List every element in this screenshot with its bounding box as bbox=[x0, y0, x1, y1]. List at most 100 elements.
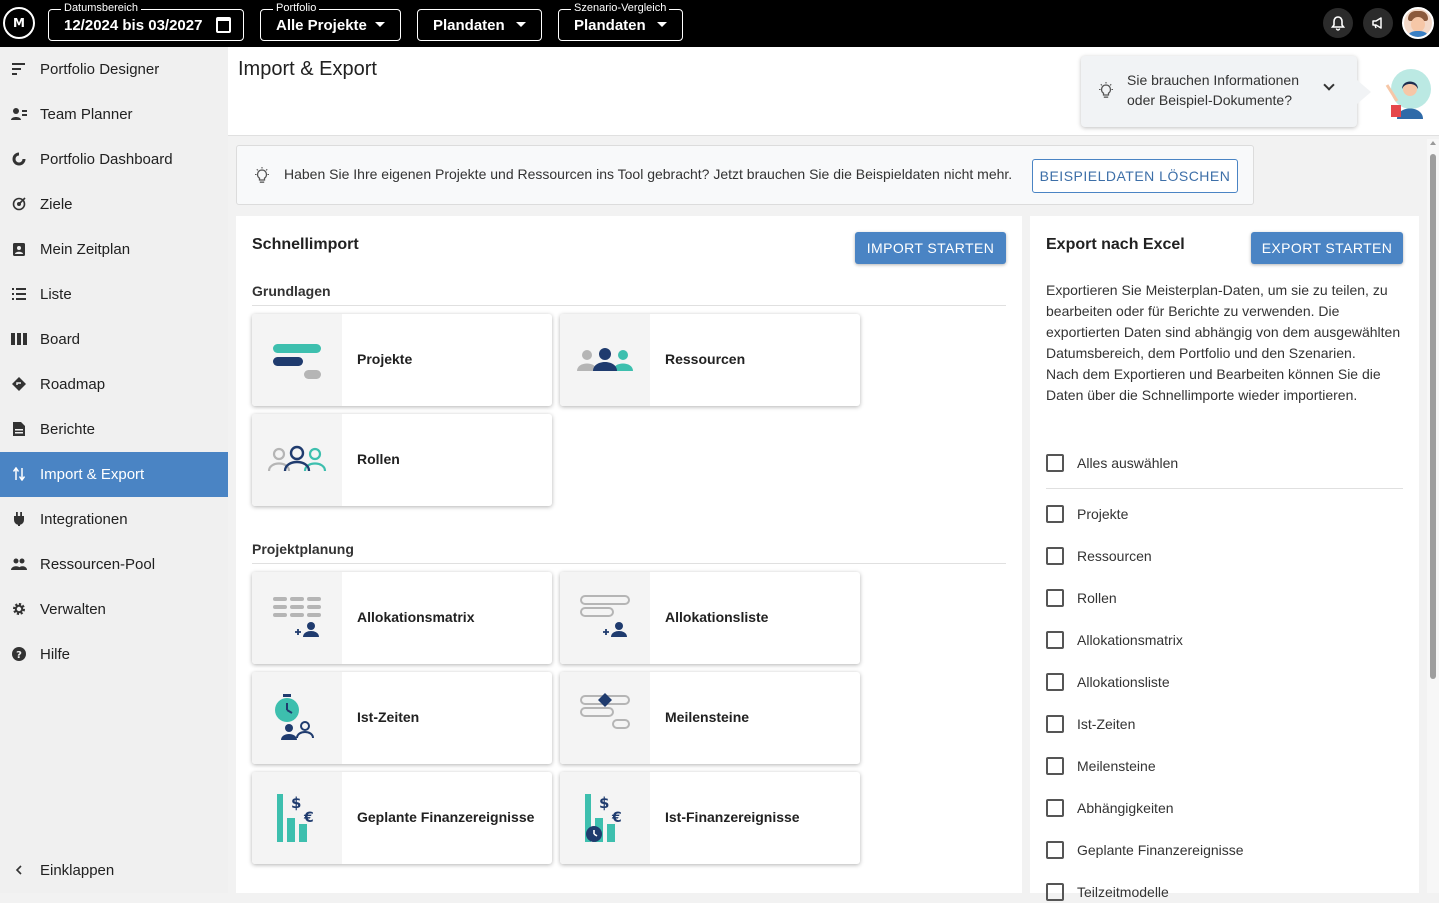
date-range-picker[interactable]: Datumsbereich 12/2024 bis 03/2027 bbox=[48, 1, 244, 41]
checkbox-ist-zeiten[interactable]: Ist-Zeiten bbox=[1046, 713, 1135, 735]
checkbox-label: Rollen bbox=[1077, 590, 1117, 606]
checkbox-ressourcen[interactable]: Ressourcen bbox=[1046, 545, 1152, 567]
sidebar-item-import-export[interactable]: Import & Export bbox=[0, 452, 228, 497]
card-label: Meilensteine bbox=[665, 709, 750, 725]
checkbox-icon bbox=[1046, 589, 1064, 607]
export-panel: Export nach Excel EXPORT STARTEN Exporti… bbox=[1030, 216, 1419, 901]
checkbox-icon bbox=[1046, 673, 1064, 691]
import-card-projekte[interactable]: Projekte bbox=[252, 314, 552, 406]
planned-finance-icon: $ € bbox=[252, 772, 342, 864]
app-logo[interactable]: M bbox=[3, 7, 35, 39]
banner-text: Haben Sie Ihre eigenen Projekte und Ress… bbox=[284, 166, 1013, 182]
checkbox-icon bbox=[1046, 883, 1064, 901]
checkbox-label: Geplante Finanzereignisse bbox=[1077, 842, 1244, 858]
card-label: Geplante Finanzereignisse bbox=[357, 809, 535, 825]
scrollbar[interactable] bbox=[1427, 139, 1439, 893]
delete-sample-data-button[interactable]: BEISPIELDATEN LÖSCHEN bbox=[1032, 159, 1238, 193]
user-avatar[interactable] bbox=[1402, 7, 1434, 39]
sidebar-item-portfolio-dashboard[interactable]: Portfolio Dashboard bbox=[0, 137, 228, 182]
sidebar-item-roadmap[interactable]: Roadmap bbox=[0, 362, 228, 407]
checkbox-select-all[interactable]: Alles auswählen bbox=[1046, 452, 1178, 474]
quick-import-title: Schnellimport bbox=[252, 236, 359, 253]
scroll-up-icon[interactable] bbox=[1430, 141, 1436, 145]
calendar-icon bbox=[216, 17, 231, 33]
import-card-geplante-finanzereignisse[interactable]: $ € Geplante Finanzereignisse bbox=[252, 772, 552, 864]
checkbox-label: Projekte bbox=[1077, 506, 1129, 522]
portfolio-select[interactable]: Portfolio Alle Projekte bbox=[260, 1, 401, 41]
sidebar-item-mein-zeitplan[interactable]: Mein Zeitplan bbox=[0, 227, 228, 272]
checkbox-allokationsmatrix[interactable]: Allokationsmatrix bbox=[1046, 629, 1183, 651]
sidebar-item-hilfe[interactable]: ? Hilfe bbox=[0, 632, 228, 677]
portfolio-designer-icon bbox=[11, 61, 27, 77]
help-dropdown[interactable]: Sie brauchen Informationen oder Beispiel… bbox=[1081, 56, 1371, 127]
plan-select[interactable]: Plandaten bbox=[417, 9, 542, 41]
portfolio-value: Alle Projekte bbox=[276, 16, 367, 34]
export-title: Export nach Excel bbox=[1046, 236, 1185, 253]
sidebar-item-board[interactable]: Board bbox=[0, 317, 228, 362]
assistant-illustration-icon bbox=[1383, 67, 1435, 119]
export-description: Exportieren Sie Meisterplan-Daten, um si… bbox=[1046, 280, 1406, 406]
card-label: Projekte bbox=[357, 351, 413, 367]
sidebar-item-liste[interactable]: Liste bbox=[0, 272, 228, 317]
section-divider bbox=[252, 563, 1006, 564]
chevron-down-icon bbox=[657, 22, 667, 27]
gear-icon bbox=[11, 601, 27, 617]
checkbox-meilensteine[interactable]: Meilensteine bbox=[1046, 755, 1156, 777]
checkbox-rollen[interactable]: Rollen bbox=[1046, 587, 1117, 609]
sidebar-item-team-planner[interactable]: Team Planner bbox=[0, 92, 228, 137]
megaphone-icon[interactable] bbox=[1363, 8, 1393, 38]
svg-text:$: $ bbox=[291, 794, 301, 812]
checkbox-icon bbox=[1046, 505, 1064, 523]
import-card-allokationsmatrix[interactable]: Allokationsmatrix bbox=[252, 572, 552, 664]
bell-icon[interactable] bbox=[1323, 8, 1353, 38]
sidebar-item-label: Board bbox=[40, 331, 81, 348]
projects-icon bbox=[252, 314, 342, 406]
sidebar-item-label: Import & Export bbox=[40, 466, 145, 483]
checkbox-abhaengigkeiten[interactable]: Abhängigkeiten bbox=[1046, 797, 1174, 819]
sidebar-item-portfolio-designer[interactable]: Portfolio Designer bbox=[0, 47, 228, 92]
roles-icon bbox=[252, 414, 342, 506]
start-export-button[interactable]: EXPORT STARTEN bbox=[1251, 232, 1403, 264]
import-export-icon bbox=[11, 466, 27, 482]
scenario-select[interactable]: Szenario-Vergleich Plandaten bbox=[558, 1, 683, 41]
allocation-list-icon bbox=[560, 572, 650, 664]
allocation-matrix-icon bbox=[252, 572, 342, 664]
checkbox-label: Alles auswählen bbox=[1077, 455, 1179, 471]
checkbox-projekte[interactable]: Projekte bbox=[1046, 503, 1128, 525]
card-label: Allokationsliste bbox=[665, 609, 769, 625]
sidebar-item-ziele[interactable]: Ziele bbox=[0, 182, 228, 227]
scenario-legend: Szenario-Vergleich bbox=[571, 1, 670, 15]
lightbulb-icon bbox=[254, 167, 270, 190]
section-title: Grundlagen bbox=[252, 283, 331, 299]
section-title: Projektplanung bbox=[252, 541, 354, 557]
checkbox-teilzeitmodelle[interactable]: Teilzeitmodelle bbox=[1046, 881, 1169, 903]
checkbox-icon bbox=[1046, 841, 1064, 859]
plug-icon bbox=[11, 511, 27, 527]
dashboard-icon bbox=[11, 151, 27, 167]
sidebar-item-ressourcen-pool[interactable]: Ressourcen-Pool bbox=[0, 542, 228, 587]
import-card-ist-finanzereignisse[interactable]: $ € Ist-Finanzereignisse bbox=[560, 772, 860, 864]
checkbox-icon bbox=[1046, 757, 1064, 775]
import-card-meilensteine[interactable]: Meilensteine bbox=[560, 672, 860, 764]
milestone-icon bbox=[560, 672, 650, 764]
portfolio-legend: Portfolio bbox=[273, 1, 320, 15]
sidebar-item-berichte[interactable]: Berichte bbox=[0, 407, 228, 452]
checkbox-icon bbox=[1046, 454, 1064, 472]
collapse-sidebar-button[interactable]: Einklappen bbox=[0, 848, 228, 893]
sidebar-item-verwalten[interactable]: Verwalten bbox=[0, 587, 228, 632]
sidebar-item-label: Ressourcen-Pool bbox=[40, 556, 156, 573]
sidebar-item-integrationen[interactable]: Integrationen bbox=[0, 497, 228, 542]
scrollbar-thumb[interactable] bbox=[1430, 154, 1436, 679]
start-import-button[interactable]: IMPORT STARTEN bbox=[855, 232, 1006, 264]
board-icon bbox=[11, 331, 27, 347]
import-card-ist-zeiten[interactable]: Ist-Zeiten bbox=[252, 672, 552, 764]
import-card-ressourcen[interactable]: Ressourcen bbox=[560, 314, 860, 406]
checkbox-geplante-finanzereignisse[interactable]: Geplante Finanzereignisse bbox=[1046, 839, 1244, 861]
import-card-allokationsliste[interactable]: Allokationsliste bbox=[560, 572, 860, 664]
lightbulb-icon bbox=[1098, 82, 1114, 105]
checkbox-allokationsliste[interactable]: Allokationsliste bbox=[1046, 671, 1170, 693]
sidebar-item-label: Berichte bbox=[40, 421, 96, 438]
checkbox-label: Allokationsmatrix bbox=[1077, 632, 1183, 648]
sidebar-item-label: Team Planner bbox=[40, 106, 133, 123]
import-card-rollen[interactable]: Rollen bbox=[252, 414, 552, 506]
